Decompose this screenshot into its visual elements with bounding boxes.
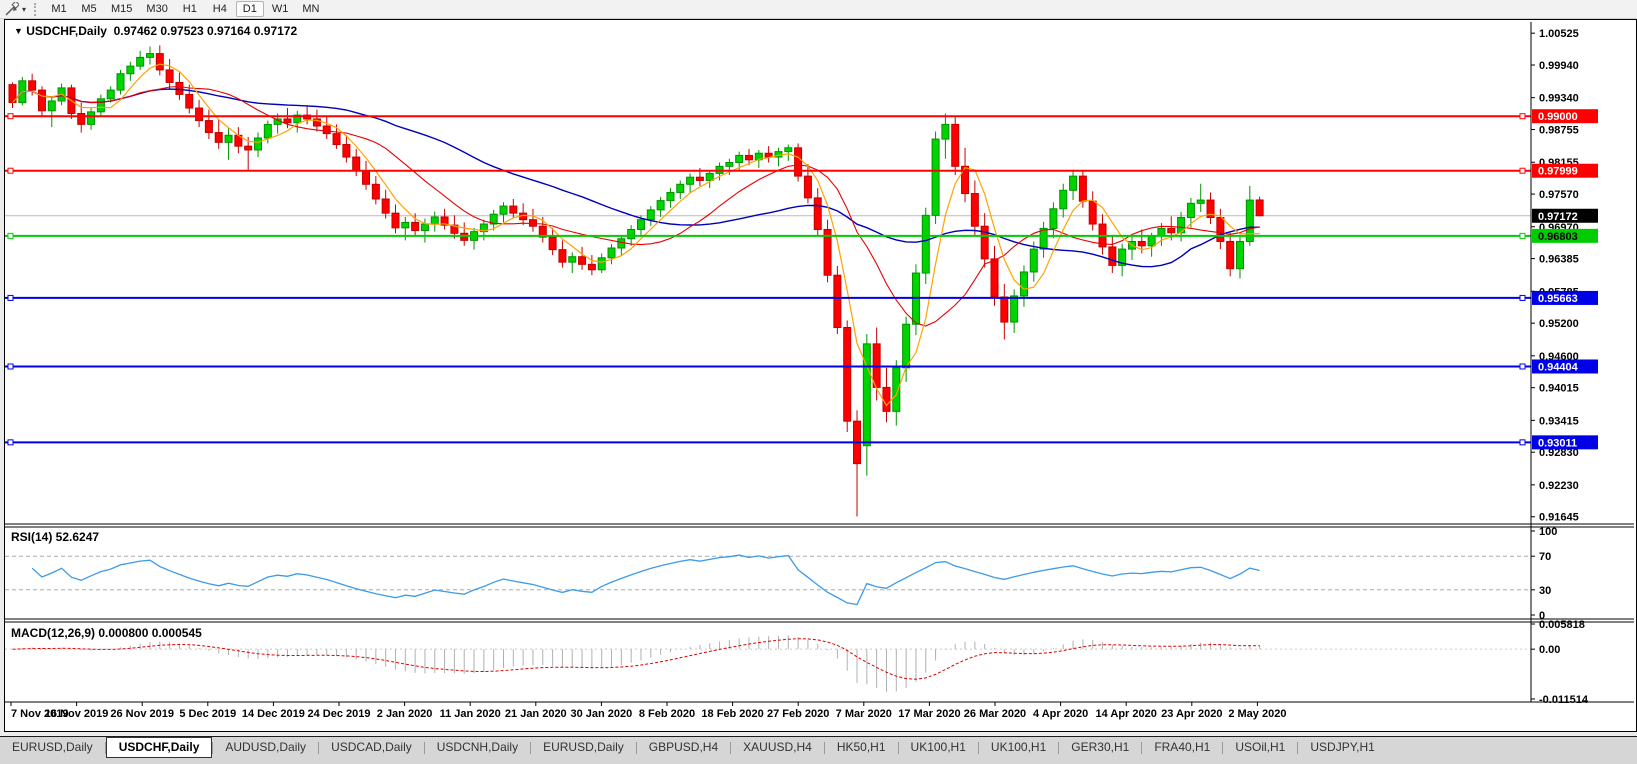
svg-text:0.00: 0.00 [1539, 644, 1560, 656]
chart-symbol: USDCHF,Daily [26, 24, 107, 38]
timeframe-toolbar: ▾ M1 M5 M15 M30 H1 H4 D1 W1 MN [0, 0, 1637, 19]
tab-fra40-h1[interactable]: FRA40,H1 [1142, 737, 1222, 757]
svg-text:0.91645: 0.91645 [1539, 512, 1579, 524]
svg-text:0.93011: 0.93011 [1538, 437, 1577, 449]
svg-text:0.97999: 0.97999 [1538, 166, 1578, 178]
tab-uk100-h1[interactable]: UK100,H1 [979, 737, 1058, 757]
timeframe-button-m15[interactable]: M15 [105, 1, 138, 17]
svg-text:0.94404: 0.94404 [1538, 361, 1579, 373]
tab-usoil-h1[interactable]: USOil,H1 [1223, 737, 1297, 757]
mt4-terminal: { "toolbar": { "tool_icon": "crosshair-t… [0, 0, 1637, 764]
svg-text:0.96803: 0.96803 [1538, 231, 1578, 243]
rsi-indicator-label: RSI(14) 52.6247 [11, 530, 100, 544]
svg-text:24 Dec 2019: 24 Dec 2019 [308, 708, 371, 720]
timeframe-button-h4[interactable]: H4 [206, 1, 234, 17]
chart-ohlc: 0.97462 0.97523 0.97164 0.97172 [113, 24, 298, 38]
svg-text:0.97172: 0.97172 [1538, 211, 1578, 223]
tab-usdcnh-daily[interactable]: USDCNH,Daily [425, 737, 530, 757]
svg-text:8 Feb 2020: 8 Feb 2020 [639, 708, 695, 720]
timeframe-button-m30[interactable]: M30 [140, 1, 173, 17]
tab-ger30-h1[interactable]: GER30,H1 [1059, 737, 1141, 757]
date-axis[interactable]: 7 Nov 201916 Nov 2019 26 Nov 2019 5 Dec 20… [5, 701, 1634, 720]
symbol-tab-bar: EURUSD,Daily USDCHF,Daily AUDUSD,Daily USDC… [0, 736, 1637, 764]
svg-text:0.93415: 0.93415 [1539, 415, 1579, 427]
svg-text:0.98755: 0.98755 [1539, 125, 1579, 137]
tab-uk100-h1[interactable]: UK100,H1 [899, 737, 978, 757]
crosshair-tool-icon[interactable] [3, 1, 21, 17]
chart-dropdown-icon[interactable]: ▼ [14, 26, 23, 36]
tab-xauusd-h4[interactable]: XAUUSD,H4 [731, 737, 824, 757]
tab-audusd-daily[interactable]: AUDUSD,Daily [213, 737, 318, 757]
timeframe-button-h1[interactable]: H1 [176, 1, 204, 17]
svg-text:5 Dec 2019: 5 Dec 2019 [179, 708, 236, 720]
macd-indicator-label: MACD(12,26,9) 0.000800 0.000545 [11, 626, 202, 640]
svg-text:1.00525: 1.00525 [1539, 28, 1579, 40]
timeframe-button-mn[interactable]: MN [296, 1, 325, 17]
tab-eurusd-daily[interactable]: EURUSD,Daily [531, 737, 636, 757]
svg-text:2 Jan 2020: 2 Jan 2020 [377, 708, 433, 720]
svg-text:21 Jan 2020: 21 Jan 2020 [505, 708, 567, 720]
timeframe-button-w1[interactable]: W1 [266, 1, 295, 17]
svg-text:0.99340: 0.99340 [1539, 93, 1579, 105]
panel-splitters[interactable] [5, 523, 1634, 623]
timeframe-button-m1[interactable]: M1 [45, 1, 73, 17]
tab-usdchf-daily[interactable]: USDCHF,Daily [105, 737, 213, 758]
tab-gbpusd-h4[interactable]: GBPUSD,H4 [637, 737, 730, 757]
horizontal-lines[interactable] [5, 113, 1531, 446]
chart-canvas[interactable]: 1.005250.999400.993400.987550.981550.975… [5, 20, 1634, 729]
svg-text:30 Jan 2020: 30 Jan 2020 [571, 708, 633, 720]
svg-text:7 Mar 2020: 7 Mar 2020 [836, 708, 892, 720]
svg-text:17 Mar 2020: 17 Mar 2020 [898, 708, 960, 720]
svg-text:18 Feb 2020: 18 Feb 2020 [701, 708, 763, 720]
svg-text:14 Dec 2019: 14 Dec 2019 [242, 708, 305, 720]
svg-text:2 May 2020: 2 May 2020 [1228, 708, 1286, 720]
svg-text:4 Apr 2020: 4 Apr 2020 [1033, 708, 1088, 720]
svg-text:0.95663: 0.95663 [1538, 293, 1578, 305]
toolbar-grip [34, 2, 37, 16]
svg-text:11 Jan 2020: 11 Jan 2020 [440, 708, 501, 720]
tab-eurusd-daily[interactable]: EURUSD,Daily [0, 737, 105, 757]
timeframe-buttons: M1 M5 M15 M30 H1 H4 D1 W1 MN [44, 1, 326, 17]
svg-text:0.94015: 0.94015 [1539, 383, 1579, 395]
svg-text:0.99940: 0.99940 [1539, 60, 1579, 72]
svg-text:70: 70 [1539, 551, 1551, 563]
svg-text:27 Feb 2020: 27 Feb 2020 [767, 708, 829, 720]
tab-usdjpy-h1[interactable]: USDJPY,H1 [1298, 737, 1386, 757]
svg-text:0.005818: 0.005818 [1539, 619, 1585, 631]
svg-text:30: 30 [1539, 585, 1551, 597]
svg-text:0.96385: 0.96385 [1539, 254, 1579, 266]
svg-text:0.95200: 0.95200 [1539, 318, 1579, 330]
tool-dropdown-caret-icon[interactable]: ▾ [22, 5, 26, 14]
chart-title: ▼ USDCHF,Daily 0.97462 0.97523 0.97164 0… [14, 24, 297, 38]
timeframe-button-m5[interactable]: M5 [75, 1, 103, 17]
svg-text:23 Apr 2020: 23 Apr 2020 [1161, 708, 1222, 720]
svg-text:0.97570: 0.97570 [1539, 189, 1579, 201]
svg-text:16 Nov 2019: 16 Nov 2019 [45, 708, 109, 720]
svg-text:26 Mar 2020: 26 Mar 2020 [964, 708, 1026, 720]
svg-text:0.92230: 0.92230 [1539, 480, 1579, 492]
tab-hk50-h1[interactable]: HK50,H1 [825, 737, 898, 757]
svg-text:26 Nov 2019: 26 Nov 2019 [110, 708, 174, 720]
svg-text:0.99000: 0.99000 [1538, 111, 1578, 123]
tab-usdcad-daily[interactable]: USDCAD,Daily [319, 737, 424, 757]
macd-panel [5, 635, 1531, 692]
svg-text:100: 100 [1539, 526, 1557, 538]
timeframe-button-d1[interactable]: D1 [235, 1, 264, 17]
svg-text:-0.011514: -0.011514 [1539, 694, 1589, 706]
chart-window[interactable]: 1.00525 0.99940 0.99340 0.98755 0.98155 0.975… [4, 19, 1637, 732]
rsi-panel [5, 554, 1531, 606]
svg-text:14 Apr 2020: 14 Apr 2020 [1096, 708, 1157, 720]
